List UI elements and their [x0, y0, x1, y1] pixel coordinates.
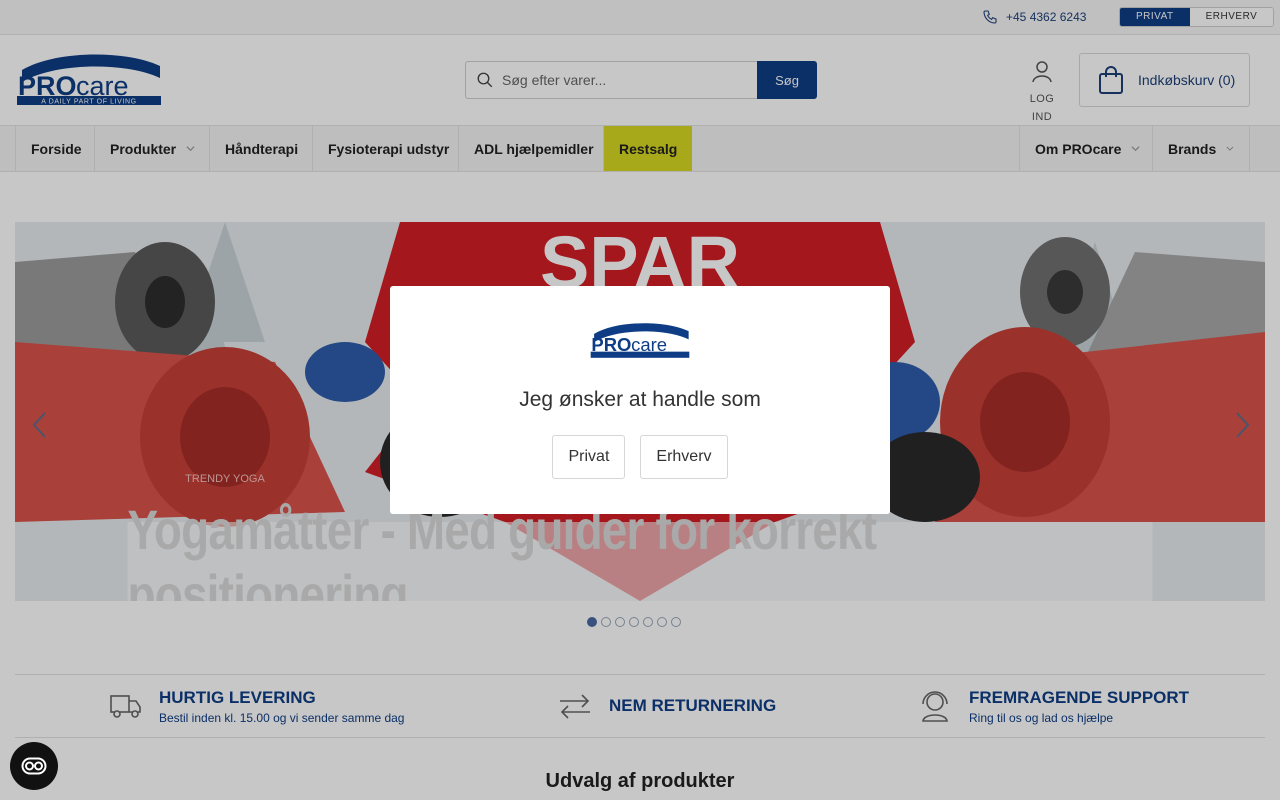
accessibility-toggle-icon — [21, 757, 47, 775]
modal-procare-logo: PRO care — [590, 323, 690, 358]
customer-type-modal: PRO care Jeg ønsker at handle som Privat… — [390, 286, 890, 514]
erhverv-button[interactable]: Erhverv — [640, 435, 728, 479]
modal-options: Privat Erhverv — [390, 435, 890, 479]
modal-question: Jeg ønsker at handle som — [519, 388, 761, 411]
accessibility-button[interactable] — [10, 742, 58, 790]
privat-button[interactable]: Privat — [552, 435, 626, 479]
